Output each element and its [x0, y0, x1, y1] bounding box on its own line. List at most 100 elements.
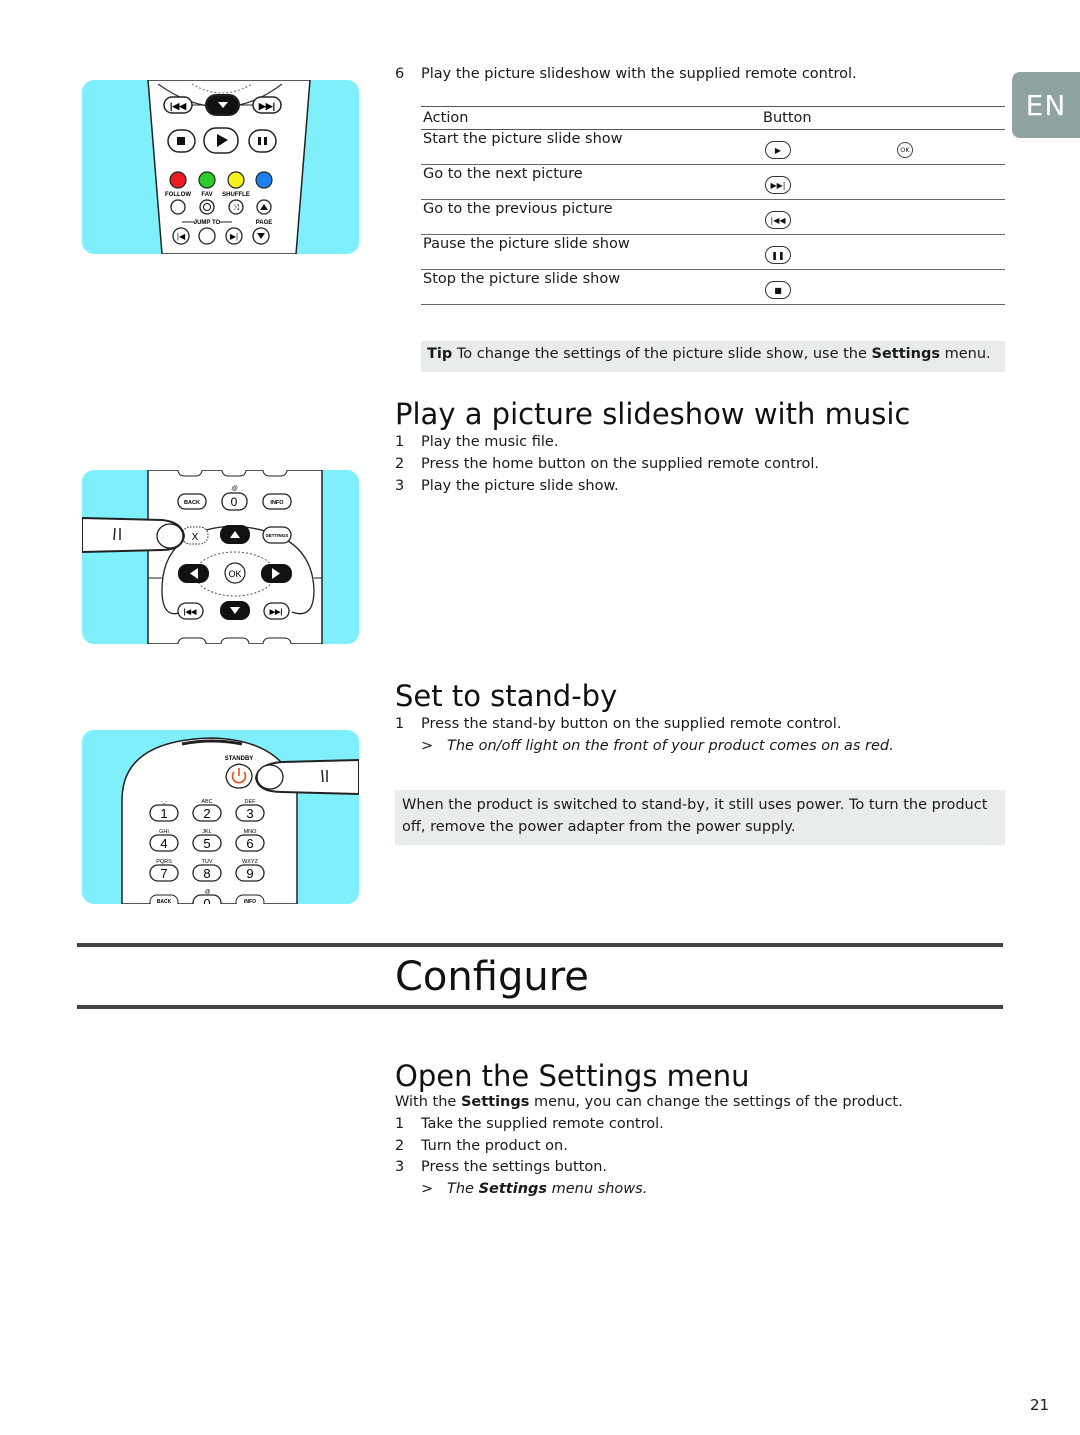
list-item: 1 Take the supplied remote control. [395, 1116, 664, 1132]
action-cell: Go to the previous picture [421, 199, 761, 235]
svg-text:WXYZ: WXYZ [242, 859, 259, 865]
svg-text:.@: .@ [230, 486, 238, 492]
list-item: 1 Press the stand-by button on the suppli… [395, 716, 842, 732]
page-label: PAGE [256, 220, 273, 226]
svg-text:.@: .@ [203, 889, 211, 895]
svg-text:2: 2 [203, 806, 210, 821]
finger-pointer-icon [254, 758, 359, 796]
play-button-icon [203, 127, 239, 154]
shuffle-label: SHUFFLE [222, 192, 250, 198]
list-item: 3 Play the picture slide show. [395, 478, 619, 494]
pause-icon: ❚❚ [765, 246, 791, 264]
stop-icon: ■ [765, 281, 791, 299]
svg-text:·_-: ·_- [161, 799, 168, 805]
svg-text:9: 9 [246, 866, 253, 881]
remote-illustration-standby: STANDBY ·_- 1 ABC 2 DEF 3 GHI 4 JKL 5 MNO 6 PQRS 7 TUV… [82, 730, 359, 904]
slideshow-actions-table: Action Button Start the picture slide sh… [421, 106, 1005, 305]
blank-button-icon [198, 227, 216, 245]
svg-text:SETTINGS: SETTINGS [266, 533, 289, 538]
standby-note-box: When the product is switched to stand-by… [395, 790, 1005, 845]
page-number: 21 [1030, 1396, 1050, 1414]
pause-button-icon [248, 129, 277, 153]
svg-text:GHI: GHI [159, 829, 169, 835]
svg-text:BACK: BACK [157, 899, 172, 904]
chapter-rule-top [77, 943, 1003, 947]
step-6: 6 Play the picture slideshow with the sup… [395, 66, 857, 82]
svg-text:X: X [192, 532, 199, 543]
chapter-rule-bottom [77, 1005, 1003, 1009]
svg-text:▶▶|: ▶▶| [269, 609, 283, 616]
tip-box: Tip To change the settings of the pictur… [421, 341, 1005, 372]
section-heading-settings: Open the Settings menu [395, 1059, 750, 1093]
svg-text:0: 0 [231, 495, 238, 509]
svg-text:4: 4 [160, 836, 167, 851]
previous-icon: |◀◀ [765, 211, 791, 229]
svg-text:7: 7 [160, 866, 167, 881]
finger-pointer-icon [82, 516, 186, 554]
standby-label: STANDBY [225, 756, 254, 762]
table-row: Pause the picture slide show ❚❚ [421, 234, 1005, 270]
list-item: 3 Press the settings button. [395, 1159, 608, 1175]
svg-text:INFO: INFO [244, 899, 256, 904]
follow-button-icon [170, 199, 186, 215]
language-tab: EN [1012, 72, 1080, 138]
green-color-button [198, 171, 216, 189]
red-color-button [169, 171, 187, 189]
section-heading-standby: Set to stand-by [395, 679, 618, 713]
section-heading-music: Play a picture slideshow with music [395, 397, 911, 431]
svg-text:TUV: TUV [202, 859, 213, 865]
table-row: Stop the picture slide show ■ [421, 269, 1005, 305]
action-cell: Go to the next picture [421, 164, 761, 200]
next-icon: ▶▶| [765, 176, 791, 194]
step-result: > The Settings menu shows. [421, 1181, 648, 1197]
svg-text:MNO: MNO [244, 829, 258, 835]
step-result: > The on/off light on the front of your p… [421, 738, 894, 754]
next-button-icon: ▶▶| [252, 96, 282, 114]
step-text: Play the picture slideshow with the supp… [421, 66, 857, 82]
fav-button-icon [199, 199, 215, 215]
svg-text:PQRS: PQRS [156, 859, 172, 865]
svg-text:JKL: JKL [202, 829, 211, 835]
svg-text:|◀◀: |◀◀ [184, 609, 197, 616]
svg-text:ABC: ABC [201, 799, 212, 805]
jump-to-label: JUMP TO [194, 220, 221, 226]
action-cell: Pause the picture slide show [421, 234, 761, 270]
svg-text:DEF: DEF [245, 799, 257, 805]
chapter-title: Configure [395, 954, 589, 1000]
svg-text:OK: OK [228, 569, 241, 579]
remote-illustration-home: BACK .@ 0 INFO X SETTINGS OK |◀◀ ▶▶| [82, 470, 359, 644]
svg-text:0: 0 [203, 896, 210, 904]
play-icon: ▶ [765, 141, 791, 159]
svg-text:1: 1 [160, 806, 167, 821]
svg-text:BACK: BACK [184, 500, 200, 506]
yellow-color-button [227, 171, 245, 189]
column-header-action: Action [421, 106, 761, 130]
step-number: 6 [395, 66, 405, 82]
settings-term: Settings [871, 346, 940, 362]
svg-text:▶|: ▶| [230, 232, 238, 241]
tip-label: Tip [427, 346, 453, 362]
action-cell: Start the picture slide show [421, 129, 761, 165]
list-item: 2 Turn the product on. [395, 1138, 568, 1154]
svg-text:3: 3 [246, 806, 253, 821]
table-row: Start the picture slide show ▶ OK [421, 129, 1005, 165]
svg-text:8: 8 [203, 866, 210, 881]
ok-icon: OK [897, 142, 913, 158]
svg-text:INFO: INFO [270, 500, 284, 506]
table-header-row: Action Button [421, 106, 1005, 130]
svg-text:6: 6 [246, 836, 253, 851]
remote-illustration-playback: |◀◀ ▶▶| FOLLOW FAV SHUFFLE ⤨ JUMP TO PAG… [82, 80, 359, 254]
svg-text:|◀◀: |◀◀ [170, 101, 187, 111]
list-item: 2 Press the home button on the supplied r… [395, 456, 819, 472]
svg-text:▶▶|: ▶▶| [258, 101, 275, 111]
blue-color-button [255, 171, 273, 189]
fav-label: FAV [201, 192, 212, 198]
power-button-icon [225, 763, 253, 789]
svg-text:|◀: |◀ [177, 232, 186, 241]
stop-button-icon [167, 129, 196, 153]
table-row: Go to the previous picture |◀◀ [421, 199, 1005, 235]
down-button-icon [205, 94, 240, 116]
svg-text:5: 5 [203, 836, 210, 851]
table-row: Go to the next picture ▶▶| [421, 164, 1005, 200]
settings-intro: With the Settings menu, you can change t… [395, 1094, 903, 1110]
